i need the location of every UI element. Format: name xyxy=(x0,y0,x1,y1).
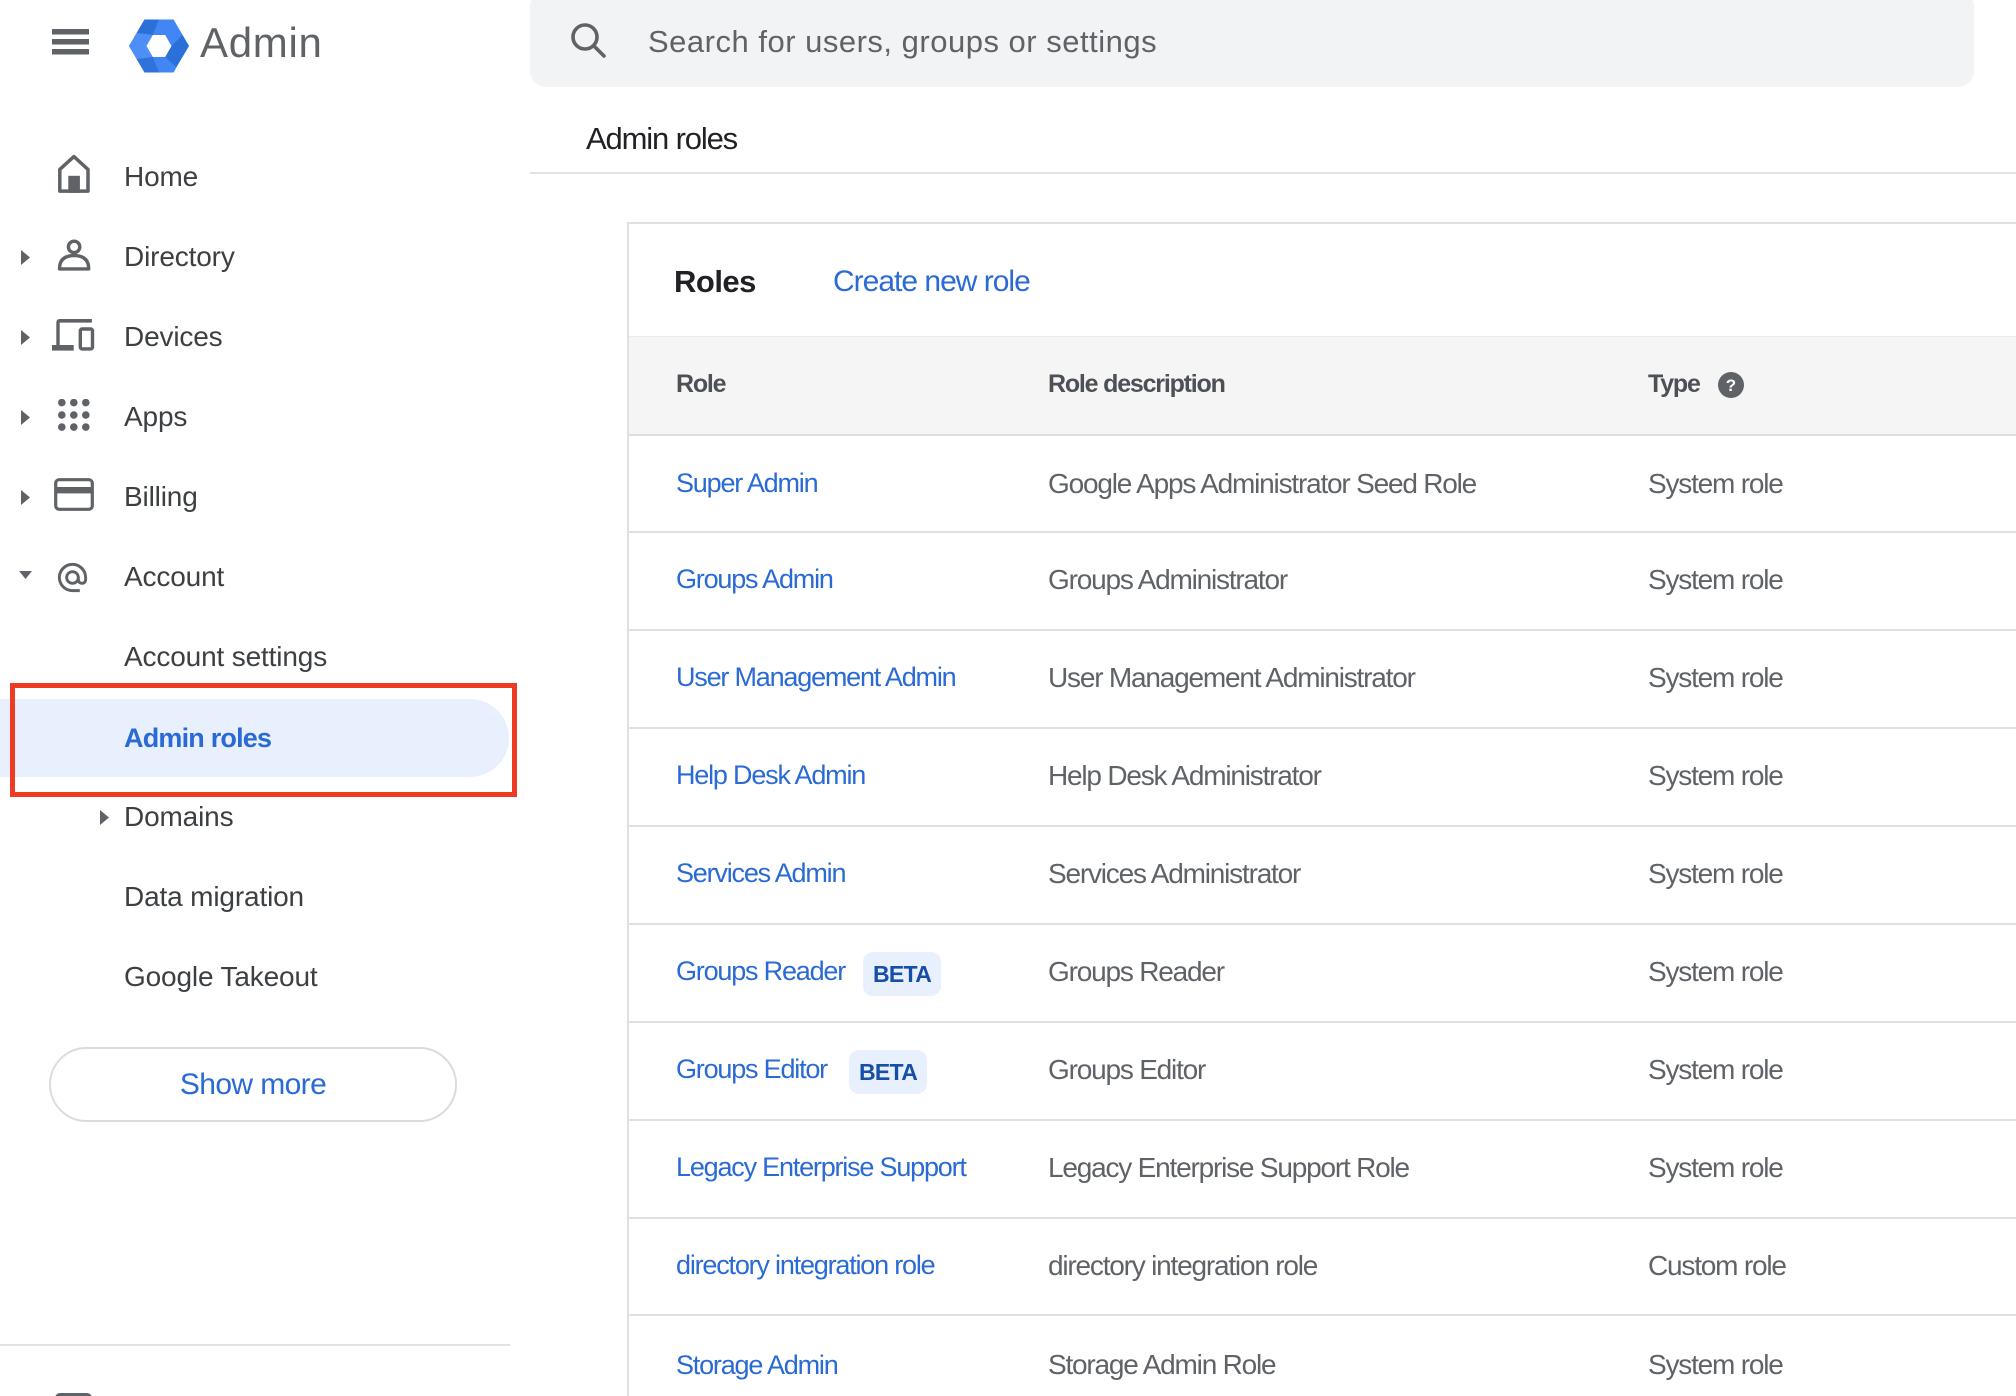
svg-text:?: ? xyxy=(1726,376,1736,395)
